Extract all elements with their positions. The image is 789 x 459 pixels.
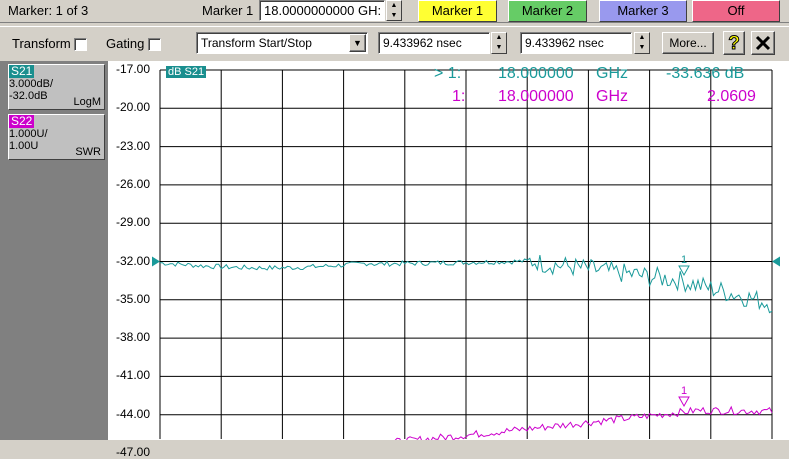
plot-area[interactable]: 11 dB S21 -17.00 -20.00 -23.00 -26.00 -29.00… (108, 61, 789, 459)
y-tick-label: -38.00 (116, 330, 151, 345)
y-tick-label: -44.00 (116, 406, 151, 421)
marker-value-text: 18.0000000000 GH: (264, 3, 382, 18)
stop-time-input[interactable]: 9.433962 nsec (520, 32, 632, 54)
y-tick-label: -35.00 (116, 291, 151, 306)
plot-trace-tag: dB S21 (166, 66, 207, 78)
start-time-input[interactable]: 9.433962 nsec (378, 32, 490, 54)
y-tick-label: -26.00 (116, 176, 151, 191)
spin-up-icon[interactable]: ▲ (635, 33, 649, 43)
reference-right-arrow (772, 256, 780, 267)
marker-1-s22 (678, 396, 690, 408)
more-button[interactable]: More... (662, 32, 714, 54)
gating-checkbox[interactable] (147, 38, 161, 52)
marker-status: Marker: 1 of 3 (8, 3, 89, 18)
readout-s22-unit: GHz (596, 88, 628, 105)
readout-s22-value: 2.0609 (707, 88, 756, 105)
transform-mode-select[interactable]: Transform Start/Stop ▼ (196, 32, 368, 54)
reference-left-arrow (152, 256, 160, 267)
chevron-down-icon[interactable]: ▼ (349, 34, 366, 52)
transform-checkbox[interactable] (74, 38, 88, 52)
marker-number-label: 1 (681, 385, 687, 397)
readout-s21-value: -33.636 dB (666, 65, 745, 82)
question-mark-icon: ? (728, 33, 741, 55)
y-tick-label: -23.00 (116, 138, 151, 153)
marker-3-button[interactable]: Marker 3 (599, 0, 687, 22)
transform-mode-value: Transform Start/Stop (201, 36, 312, 50)
trace-s21-scale: 3.000dB/ (9, 78, 54, 90)
trace-panel: S21 3.000dB/ -32.0dB LogM S22 1.000U/ 1.… (0, 61, 108, 440)
trace-s22-name: S22 (9, 114, 35, 128)
marker-value-input[interactable]: 18.0000000000 GH: (259, 0, 385, 21)
marker-value-spinner[interactable]: ▲ ▼ (386, 0, 402, 21)
marker-off-button[interactable]: Off (692, 0, 780, 22)
spin-up-icon[interactable]: ▲ (492, 33, 506, 43)
y-tick-label: -32.00 (116, 253, 151, 268)
start-time-text: 9.433962 nsec (383, 36, 462, 50)
transform-toolbar: Transform Gating Transform Start/Stop ▼ … (0, 26, 789, 62)
y-tick-label: -47.00 (116, 445, 151, 459)
spin-down-icon[interactable]: ▼ (492, 43, 506, 53)
start-time-spinner[interactable]: ▲ ▼ (491, 32, 507, 54)
marker-label: Marker 1 (202, 3, 254, 18)
trace-s22-format: SWR (75, 146, 101, 158)
close-icon (755, 35, 771, 51)
trace-s22[interactable]: S22 1.000U/ 1.00U SWR (8, 114, 105, 160)
close-button[interactable] (751, 31, 775, 55)
help-button[interactable]: ? (723, 31, 745, 55)
stop-time-spinner[interactable]: ▲ ▼ (634, 32, 650, 54)
readout-s22-freq: 18.000000 (498, 88, 574, 105)
spin-up-icon[interactable]: ▲ (387, 1, 401, 11)
trace-s21-format: LogM (73, 96, 101, 108)
trace-s21[interactable]: S21 3.000dB/ -32.0dB LogM (8, 64, 105, 110)
y-tick-label: -17.00 (116, 62, 151, 76)
y-tick-label: -20.00 (116, 100, 151, 115)
readout-s21-unit: GHz (596, 65, 628, 82)
transform-checkbox-label[interactable]: Transform (12, 36, 88, 52)
stop-time-text: 9.433962 nsec (525, 36, 604, 50)
trace-s21-ref: -32.0dB (9, 90, 48, 102)
y-tick-label: -41.00 (116, 368, 151, 383)
gating-checkbox-label[interactable]: Gating (106, 36, 161, 52)
marker-readout-s21: > 1: (434, 65, 461, 83)
marker-number-label: 1 (681, 254, 687, 266)
trace-s21-name: S21 (9, 64, 35, 78)
marker-2-button[interactable]: Marker 2 (508, 0, 587, 22)
readout-s21-freq: 18.000000 (498, 65, 574, 82)
spin-down-icon[interactable]: ▼ (387, 11, 401, 21)
trace-s22-scale: 1.000U/ (9, 128, 48, 140)
marker-1-button[interactable]: Marker 1 (418, 0, 497, 22)
trace-s22-ref: 1.00U (9, 140, 39, 152)
spin-down-icon[interactable]: ▼ (635, 43, 649, 53)
readout-s22-prefix: 1: (452, 88, 466, 105)
marker-toolbar: Marker: 1 of 3 Marker 1 18.0000000000 GH… (0, 0, 789, 23)
plot-graphic: 11 (152, 69, 780, 440)
svg-text:?: ? (728, 33, 740, 52)
readout-s21-prefix: > 1: (434, 65, 462, 82)
y-tick-label: -29.00 (116, 215, 151, 230)
